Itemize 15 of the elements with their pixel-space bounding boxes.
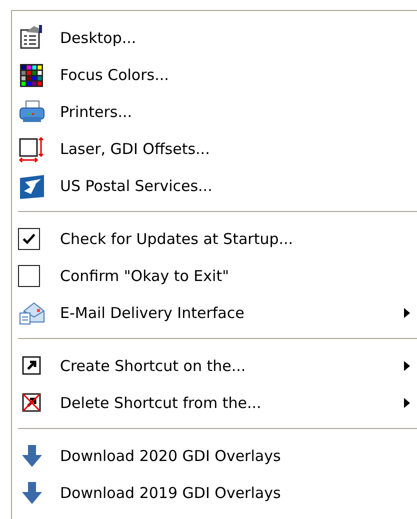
menu-item[interactable]: Download 2020 GDI Overlays xyxy=(18,437,417,474)
menu-item[interactable]: Printers... xyxy=(18,93,417,130)
menu-item[interactable]: Desktop... xyxy=(18,19,417,56)
menu-item[interactable]: Confirm "Okay to Exit" xyxy=(18,257,417,294)
menu-item[interactable]: Download 2019 GDI Overlays xyxy=(18,474,417,511)
menu-item[interactable]: Focus Colors... xyxy=(18,56,417,93)
menu-item[interactable]: Laser, GDI Offsets... xyxy=(18,130,417,167)
menu-item[interactable]: Create Shortcut on the... xyxy=(18,347,417,384)
menu-item[interactable]: Check for Updates at Startup... xyxy=(18,220,417,257)
offset-icon xyxy=(18,134,46,162)
menu-item[interactable]: Delete Shortcut from the... xyxy=(18,384,417,421)
menu-item[interactable]: E-Mail Delivery Interface xyxy=(18,294,417,331)
menu-item[interactable]: US Postal Services... xyxy=(18,167,417,204)
checkbox[interactable] xyxy=(18,264,40,286)
checkbox[interactable] xyxy=(18,228,40,250)
